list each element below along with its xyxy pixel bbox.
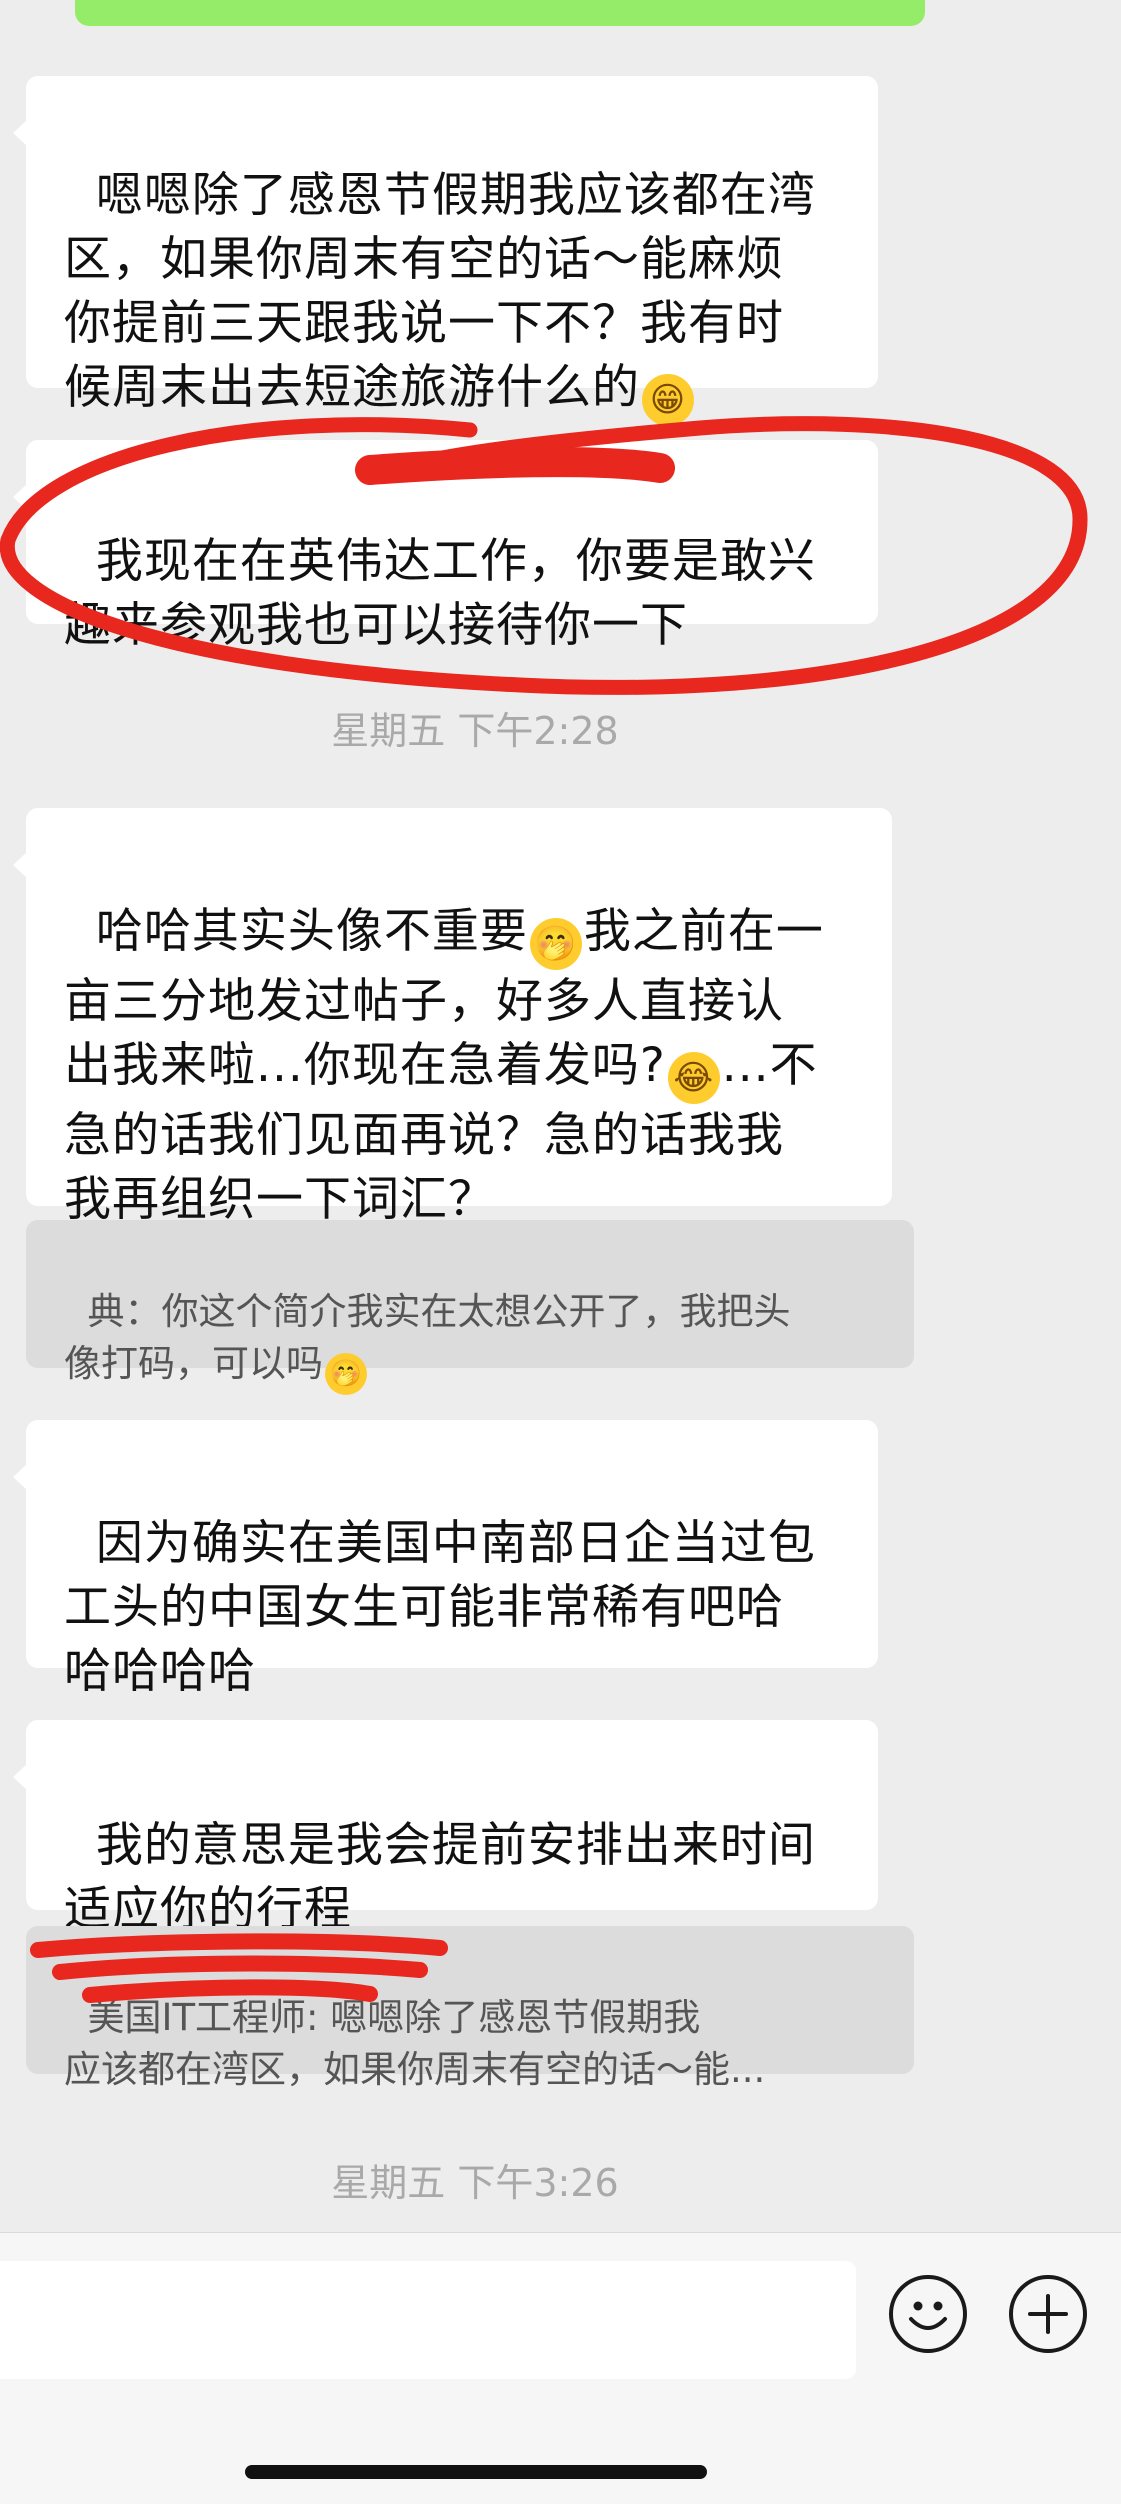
- chat-input-bar: [0, 2232, 1121, 2504]
- message-bubble[interactable]: 我的意思是我会提前安排出来时间 适应你的行程: [13, 1720, 878, 1937]
- quote-text: 美国IT工程师: 嗯嗯除了感恩节假期我 应该都在湾区，如果你周末有空的话～能..…: [64, 1996, 766, 2091]
- message-text: 我的意思是我会提前安排出来时间 适应你的行程: [64, 1818, 816, 1937]
- chat-timestamp: 星期五 下午3:26: [331, 2161, 619, 2205]
- grinning-emoji-icon: 😁: [642, 374, 694, 426]
- quote-text: 典：你这个简介我实在太想公开了，我把头 像打码，可以吗: [64, 1290, 791, 1385]
- quoted-reply[interactable]: 美国IT工程师: 嗯嗯除了感恩节假期我 应该都在湾区，如果你周末有空的话～能..…: [26, 1926, 914, 2091]
- more-button[interactable]: [1009, 2275, 1087, 2353]
- message-input[interactable]: [0, 2261, 856, 2379]
- covering-mouth-emoji-icon: 🤭: [529, 918, 582, 970]
- message-text: 我现在在英伟达工作，你要是敢兴 趣来参观我也可以接待你一下: [64, 534, 816, 653]
- message-bubble[interactable]: 因为确实在美国中南部日企当过包 工头的中国女生可能非常稀有吧哈 哈哈哈哈: [13, 1420, 878, 1699]
- plus-icon: [1028, 2294, 1068, 2334]
- message-text: 因为确实在美国中南部日企当过包 工头的中国女生可能非常稀有吧哈 哈哈哈哈: [64, 1516, 816, 1699]
- message-bubble[interactable]: 我现在在英伟达工作，你要是敢兴 趣来参观我也可以接待你一下: [13, 440, 878, 653]
- emoji-button[interactable]: [889, 2275, 967, 2353]
- message-bubble[interactable]: 哈哈其实头像不重要 🤭 我之前在一 亩三分地发过帖子，好多人直接认 出我来啦...你…: [13, 808, 892, 1227]
- tears-of-joy-emoji-icon: 😂: [667, 1052, 720, 1104]
- message-bubble[interactable]: 嗯嗯除了感恩节假期我应该都在湾 区，如果你周末有空的话～能麻烦 你提前三天跟我说…: [13, 76, 878, 426]
- home-indicator[interactable]: [245, 2465, 707, 2479]
- covering-mouth-emoji-icon: 🤭: [325, 1353, 367, 1395]
- message-text: 哈哈其实头像不重要: [95, 904, 528, 959]
- quoted-reply[interactable]: 典：你这个简介我实在太想公开了，我把头 像打码，可以吗 🤭: [26, 1220, 914, 1395]
- chat-timestamp: 星期五 下午2:28: [331, 709, 619, 753]
- message-text: 嗯嗯除了感恩节假期我应该都在湾 区，如果你周末有空的话～能麻烦 你提前三天跟我说…: [64, 168, 816, 415]
- smiley-icon: [909, 2301, 947, 2330]
- previous-message-bubble-edge: [75, 0, 925, 26]
